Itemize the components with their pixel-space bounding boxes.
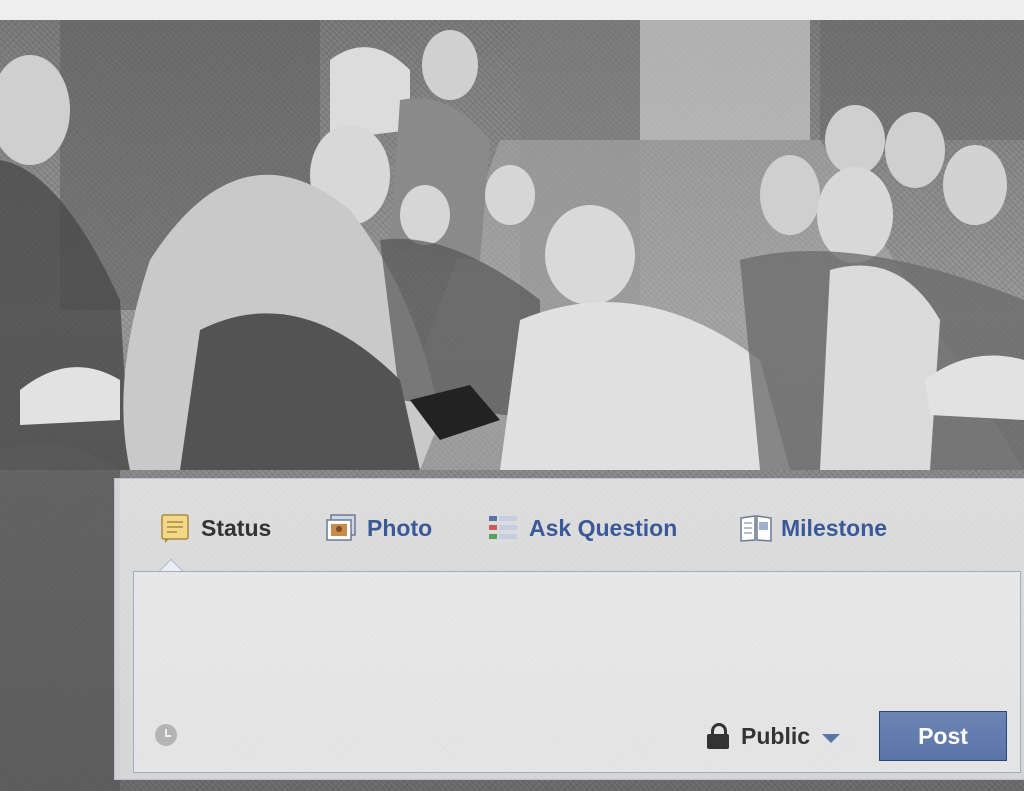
active-tab-pointer bbox=[159, 559, 183, 571]
post-composer: Status Photo Ask Question Milestone Publ… bbox=[114, 478, 1024, 780]
lock-icon bbox=[707, 723, 729, 749]
milestone-icon bbox=[739, 513, 772, 543]
tab-label: Milestone bbox=[781, 514, 888, 541]
audience-selector[interactable]: Public bbox=[707, 719, 841, 753]
tab-label: Ask Question bbox=[529, 514, 678, 541]
clock-icon[interactable] bbox=[155, 724, 177, 746]
tab-ask-question[interactable]: Ask Question bbox=[487, 511, 677, 545]
photo-icon bbox=[325, 513, 357, 543]
question-icon bbox=[487, 513, 519, 543]
audience-label: Public bbox=[741, 722, 811, 749]
tab-label: Photo bbox=[367, 514, 433, 541]
tab-milestone[interactable]: Milestone bbox=[739, 511, 887, 545]
tab-status[interactable]: Status bbox=[159, 511, 271, 545]
tab-label: Status bbox=[201, 514, 272, 541]
tab-photo[interactable]: Photo bbox=[325, 511, 432, 545]
chevron-down-icon bbox=[822, 733, 841, 743]
status-icon bbox=[159, 513, 191, 543]
composer-tabs: Status Photo Ask Question Milestone bbox=[115, 479, 1024, 559]
post-button[interactable]: Post bbox=[879, 711, 1007, 761]
